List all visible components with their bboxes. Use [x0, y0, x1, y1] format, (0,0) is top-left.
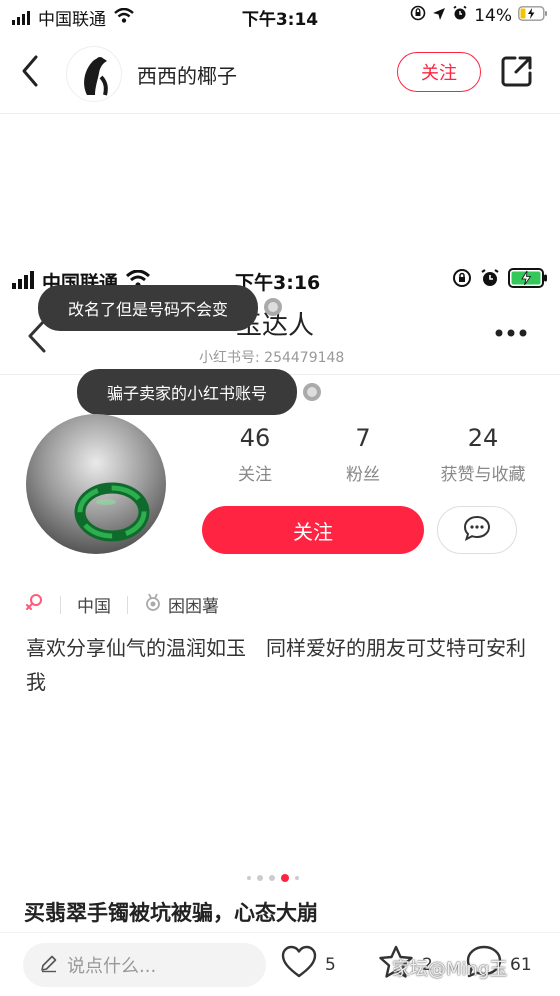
stat-number: 24: [467, 424, 499, 452]
inner-rotation-lock-icon: [452, 268, 472, 293]
pencil-icon: [39, 953, 59, 978]
profile-stats: 46 关注 7 粉丝 24 获赞与收藏: [210, 424, 540, 485]
profile-bio: 喜欢分享仙气的温润如玉 同样爱好的朋友可艾特可安利我: [26, 636, 526, 694]
watermark: 家坛@Ming玉: [392, 959, 508, 980]
comment-placeholder: 说点什么...: [67, 956, 157, 977]
chat-icon: [463, 515, 491, 545]
stat-likes-collects[interactable]: 24 获赞与收藏: [426, 424, 540, 485]
badge-icon: [144, 592, 162, 617]
status-bar: 中国联通 下午3:14 14%: [0, 0, 560, 32]
stat-number: 7: [355, 424, 371, 452]
carousel-dot: [295, 876, 299, 880]
comments-count: 61: [510, 954, 532, 975]
profile-id: 小红书号: 254479148: [199, 350, 345, 366]
location-tag: 中国: [77, 597, 111, 617]
annotation-tooltip-scammer: 骗子卖家的小红书账号: [77, 369, 297, 415]
inner-alarm-icon: [480, 268, 500, 293]
header-divider: [0, 113, 560, 114]
message-button[interactable]: [437, 506, 517, 554]
like-count: 5: [325, 954, 336, 975]
stat-followers[interactable]: 7 粉丝: [300, 424, 426, 485]
share-icon[interactable]: [500, 54, 534, 92]
battery-label: 14%: [474, 5, 512, 26]
stat-number: 46: [239, 424, 271, 452]
female-icon: [24, 592, 44, 617]
stat-label: 关注: [238, 465, 272, 485]
profile-avatar[interactable]: [26, 414, 166, 554]
stat-following[interactable]: 46 关注: [210, 424, 300, 485]
author-avatar[interactable]: [66, 46, 122, 102]
battery-charging-icon: [518, 5, 548, 26]
carousel-dot-active: [281, 874, 289, 882]
carousel-indicator: [247, 874, 299, 882]
stat-label: 获赞与收藏: [440, 465, 526, 485]
annotation-tooltip-rename: 改名了但是号码不会变: [38, 285, 258, 331]
carousel-dot: [257, 875, 263, 881]
carousel-dot: [269, 875, 275, 881]
post-header: 西西的椰子 关注: [0, 38, 560, 110]
heart-icon: [281, 945, 317, 984]
profile-tags: 中国 困困薯: [24, 592, 219, 617]
carousel-dot: [247, 876, 251, 880]
school-tag: 困困薯: [168, 597, 219, 617]
author-name[interactable]: 西西的椰子: [137, 60, 237, 89]
post-title: 买翡翠手镯被坑被骗，心态大崩: [24, 901, 318, 925]
follow-button[interactable]: 关注: [397, 52, 481, 92]
back-button[interactable]: [20, 54, 40, 92]
tooltip-anchor-dot: [303, 383, 321, 401]
tag-separator: [60, 595, 61, 614]
tag-separator: [127, 595, 128, 614]
profile-follow-button[interactable]: 关注: [202, 506, 424, 554]
rotation-lock-icon: [410, 5, 426, 26]
stat-label: 粉丝: [346, 465, 380, 485]
comment-input[interactable]: 说点什么...: [23, 943, 266, 987]
location-icon: [432, 6, 446, 26]
inner-signal-icon: [12, 270, 34, 289]
like-button[interactable]: 5: [281, 945, 336, 984]
tooltip-anchor-dot: [264, 298, 282, 316]
alarm-icon: [452, 5, 468, 26]
inner-battery-icon: [508, 268, 548, 293]
more-icon[interactable]: [494, 324, 528, 343]
